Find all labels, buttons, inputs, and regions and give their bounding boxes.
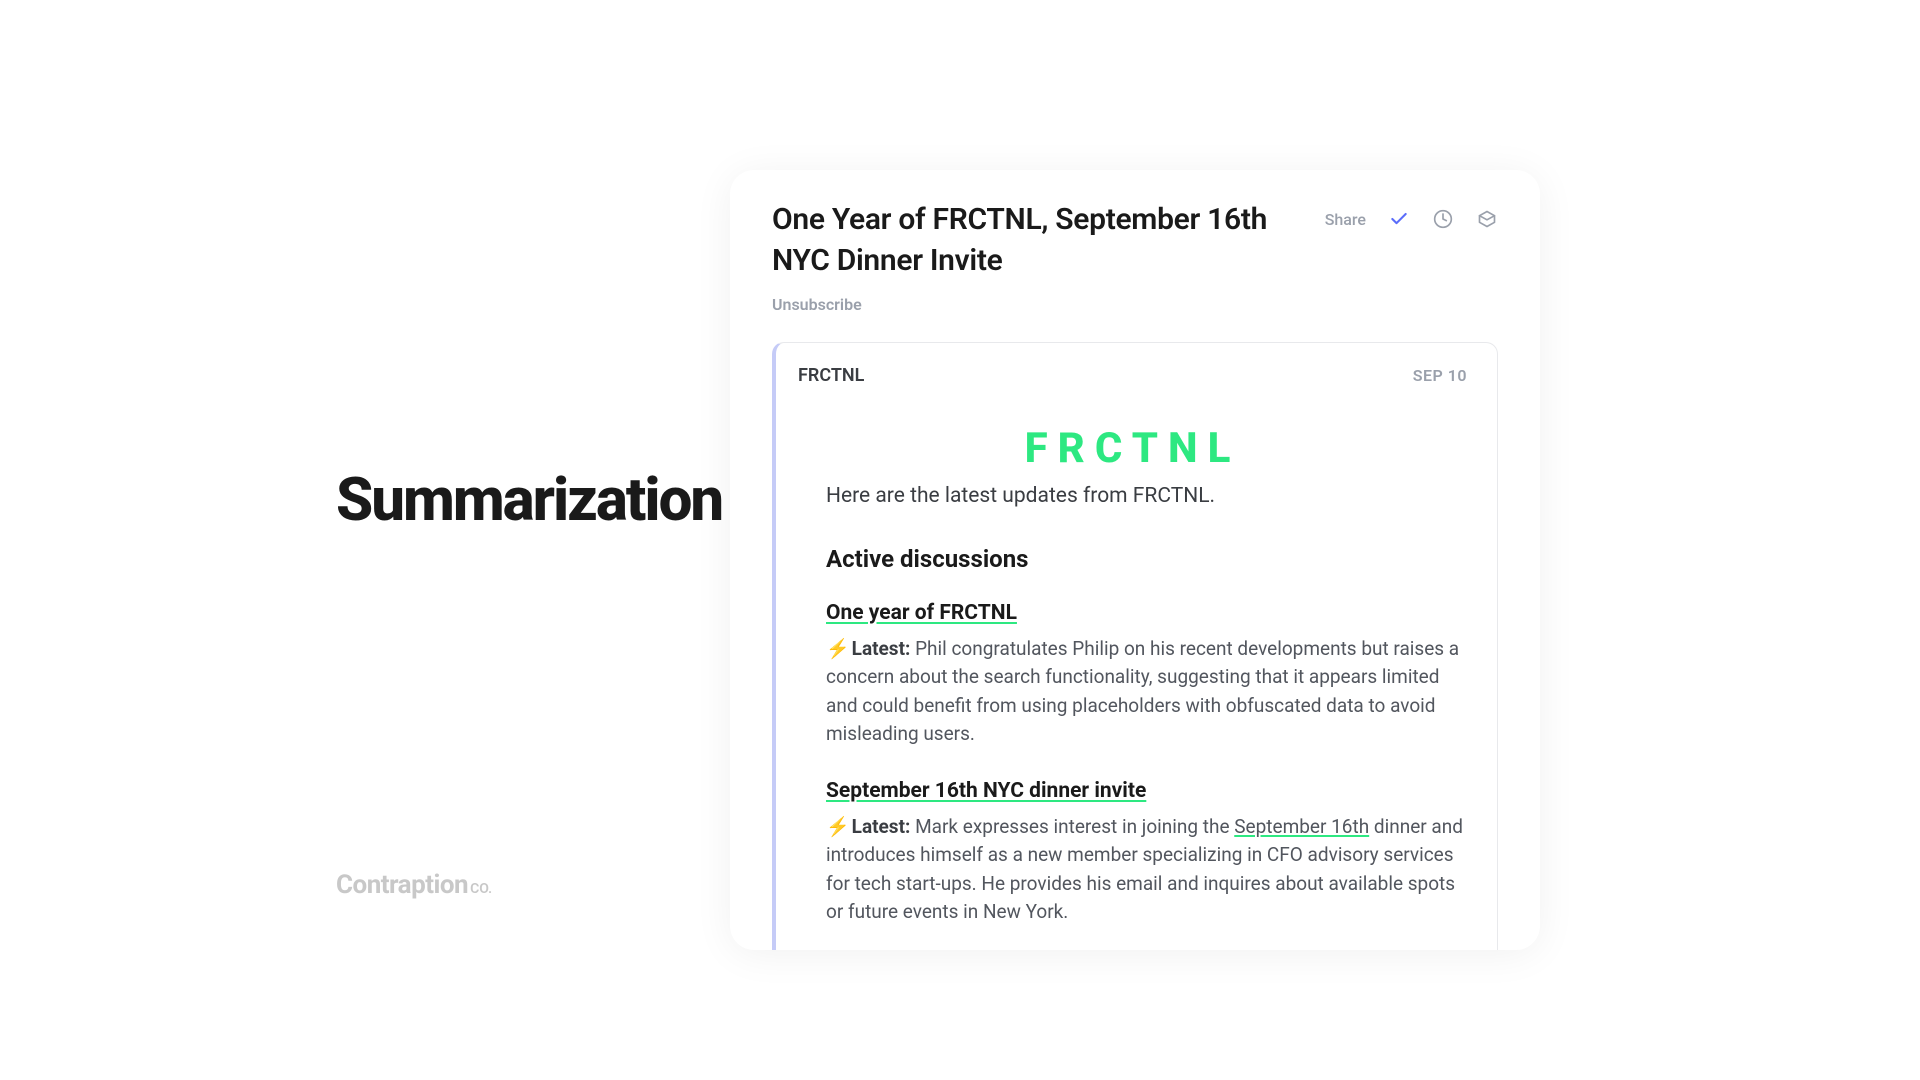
archive-icon[interactable] (1476, 208, 1498, 230)
latest-label: Latest: (852, 815, 911, 838)
discussion-title-link[interactable]: One year of FRCTNL (826, 601, 1017, 625)
discussion-text: Phil congratulates Philip on his recent … (826, 637, 1459, 746)
message-block: FRCTNL SEP 10 FRCTNL Here are the latest… (772, 342, 1498, 950)
message-meta: FRCTNL SEP 10 (798, 365, 1467, 386)
email-subject: One Year of FRCTNL, September 16th NYC D… (772, 200, 1312, 281)
discussion-body: ⚡Latest: Mark expresses interest in join… (826, 813, 1467, 927)
share-button[interactable]: Share (1325, 210, 1366, 229)
section-title: Active discussions (798, 545, 1467, 573)
check-icon[interactable] (1388, 208, 1410, 230)
discussion-text-pre: Mark expresses interest in joining the (910, 815, 1234, 838)
frctnl-logo-text: FRCTNL (1025, 424, 1241, 473)
discussion-item: September 16th NYC dinner invite ⚡Latest… (798, 779, 1467, 927)
discussion-item: One year of FRCTNL ⚡Latest: Phil congrat… (798, 601, 1467, 749)
message-logo: FRCTNL (798, 424, 1467, 473)
card-header: One Year of FRCTNL, September 16th NYC D… (772, 200, 1498, 281)
header-actions: Share (1325, 208, 1498, 230)
latest-label: Latest: (852, 637, 911, 660)
email-card: One Year of FRCTNL, September 16th NYC D… (730, 170, 1540, 950)
message-date: SEP 10 (1413, 366, 1467, 385)
headline-text: Summarization (336, 470, 730, 530)
brand-suffix: co. (470, 881, 492, 897)
inline-date-link[interactable]: September 16th (1234, 815, 1369, 838)
brand-logo: Contraptionco. (336, 870, 492, 900)
sender-name: FRCTNL (798, 365, 864, 386)
left-panel: Summarization Contraptionco. (240, 130, 730, 950)
unsubscribe-link[interactable]: Unsubscribe (772, 295, 862, 314)
discussion-body: ⚡Latest: Phil congratulates Philip on hi… (826, 635, 1467, 749)
clock-icon[interactable] (1432, 208, 1454, 230)
bolt-icon: ⚡ (826, 637, 850, 660)
brand-main: Contraption (336, 870, 468, 900)
intro-text: Here are the latest updates from FRCTNL. (798, 481, 1467, 513)
discussion-title-link[interactable]: September 16th NYC dinner invite (826, 779, 1146, 803)
bolt-icon: ⚡ (826, 815, 850, 838)
